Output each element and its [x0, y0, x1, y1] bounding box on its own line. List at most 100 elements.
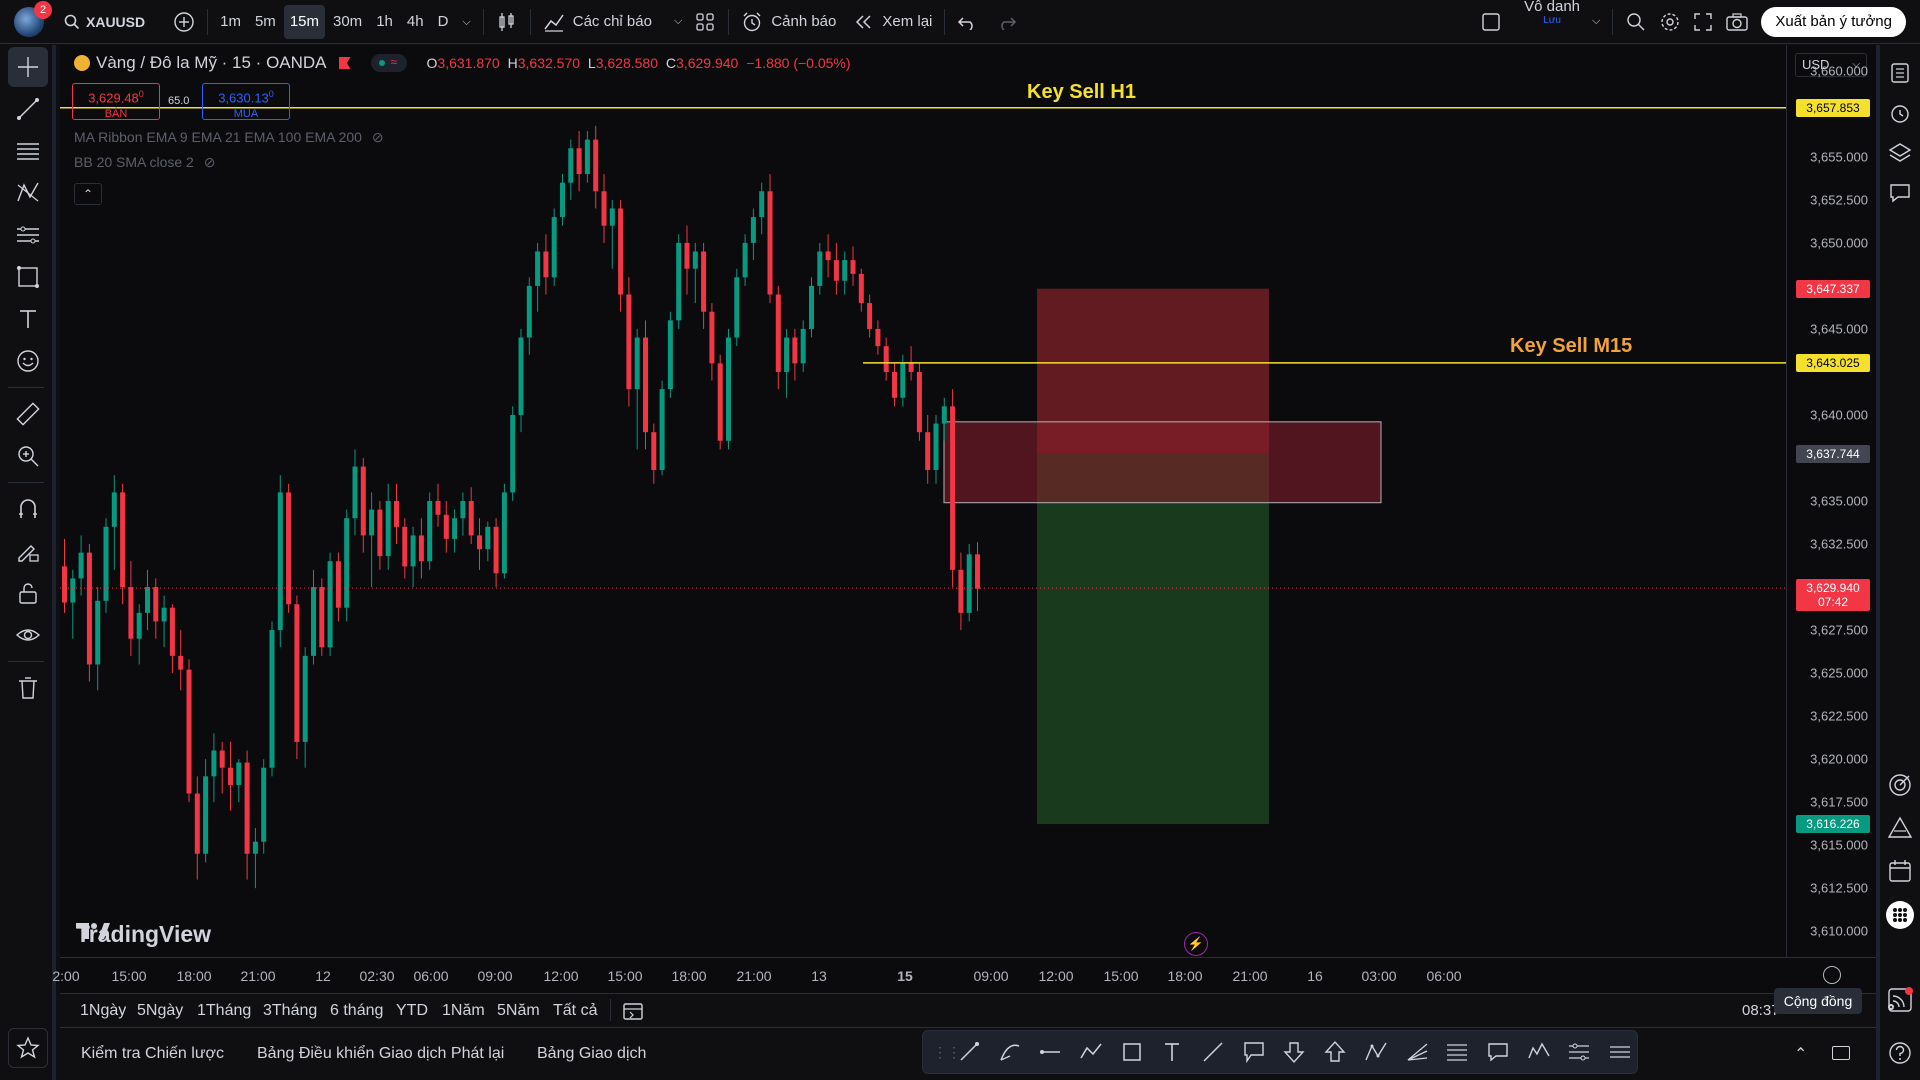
apps-grid-button[interactable]	[1880, 895, 1920, 935]
icons-tool[interactable]	[8, 341, 48, 381]
time-axis-settings-icon[interactable]	[1823, 966, 1841, 984]
timeframe-15m[interactable]: 15m	[283, 4, 325, 39]
watchlist-button[interactable]	[1880, 53, 1920, 93]
settings-lines-tool[interactable]	[1563, 1034, 1597, 1070]
ideas-button[interactable]	[1880, 808, 1920, 848]
trend-line-tool[interactable]	[8, 89, 48, 129]
symbol-search[interactable]: XAUUSD	[58, 0, 151, 44]
undo-button[interactable]	[951, 0, 983, 44]
arrow-up-tool[interactable]	[1318, 1034, 1352, 1070]
remove-drawings-tool[interactable]	[8, 668, 48, 708]
abcd-pattern-tool[interactable]	[1359, 1034, 1393, 1070]
path-tool[interactable]	[1074, 1034, 1108, 1070]
lightning-icon[interactable]: ⚡	[1184, 932, 1208, 956]
range-5y[interactable]: 5Năm	[497, 1002, 540, 1020]
fib-retracement-tool[interactable]	[1440, 1034, 1474, 1070]
quick-search-button[interactable]	[1619, 0, 1653, 44]
object-tree-button[interactable]	[1880, 133, 1920, 173]
redo-button[interactable]	[991, 0, 1023, 44]
publish-idea-button[interactable]: Xuất bản ý tưởng	[1761, 6, 1906, 37]
range-1m[interactable]: 1Tháng	[197, 1002, 251, 1020]
alerts-panel-button[interactable]	[1880, 93, 1920, 133]
brush-tool[interactable]	[952, 1034, 986, 1070]
arrow-down-tool[interactable]	[1278, 1034, 1312, 1070]
trend-line-tool[interactable]	[1196, 1034, 1230, 1070]
fullscreen-button[interactable]	[1687, 0, 1719, 44]
maximize-panel-icon[interactable]	[1832, 1046, 1850, 1060]
snapshot-button[interactable]	[1719, 0, 1755, 44]
collapse-panel-chevron-icon[interactable]: ⌃	[1794, 1044, 1807, 1064]
calendar-button[interactable]	[1880, 851, 1920, 891]
settings-button[interactable]	[1653, 0, 1687, 44]
crosshair-tool[interactable]	[8, 47, 48, 87]
chart-type-button[interactable]	[490, 0, 524, 44]
timeframe-d[interactable]: D	[432, 5, 455, 39]
range-3m[interactable]: 3Tháng	[263, 1002, 317, 1020]
sell-button[interactable]: 3,629.480 BÁN	[72, 83, 160, 120]
layout-select-button[interactable]	[1474, 0, 1508, 44]
eye-hidden-icon[interactable]: ⊘	[204, 154, 216, 170]
chevron-down-icon[interactable]: ⌵	[1586, 0, 1606, 44]
timeframe-1h[interactable]: 1h	[370, 5, 399, 39]
curve-tool[interactable]	[993, 1034, 1027, 1070]
chart-pane[interactable]: Vàng / Đô la Mỹ · 15 · OANDA ≈ O3,631.87…	[60, 45, 1786, 957]
indicators-button[interactable]: Các chỉ báo ⌵	[537, 0, 689, 44]
replay-button[interactable]: Xem lại	[848, 0, 938, 44]
price-axis[interactable]: USD ⌵ 3,660.000 3,655.000 3,652.500 3,650.00…	[1786, 45, 1876, 957]
timeframe-5m[interactable]: 5m	[249, 5, 282, 39]
collapse-legend-button[interactable]: ⌃	[74, 183, 102, 205]
drag-handle-icon[interactable]: ⋮⋮	[933, 1044, 961, 1061]
tab-strategy-tester[interactable]: Kiểm tra Chiến lược	[81, 1045, 224, 1063]
compare-symbol-button[interactable]	[167, 0, 201, 44]
timeframe-4h[interactable]: 4h	[401, 5, 430, 39]
lock-drawings-tool[interactable]	[8, 573, 48, 613]
prediction-tool[interactable]	[8, 215, 48, 255]
geometric-shapes-tool[interactable]	[8, 257, 48, 297]
watchlist-star-button[interactable]	[8, 1028, 48, 1068]
zoom-in-tool[interactable]	[8, 436, 48, 476]
eye-hidden-icon[interactable]: ⊘	[372, 129, 384, 145]
target-button[interactable]	[1880, 765, 1920, 805]
indicator-bollinger[interactable]: BB 20 SMA close 2 ⊘	[74, 154, 215, 171]
market-status-badge[interactable]: ≈	[370, 54, 407, 72]
flag-icon[interactable]	[338, 57, 351, 69]
more-tools-button[interactable]	[1603, 1034, 1637, 1070]
tab-replay-trading-panel[interactable]: Bảng Điều khiển Giao dịch Phát lại	[257, 1045, 504, 1063]
buy-button[interactable]: 3,630.130 MUA	[202, 83, 290, 120]
magnet-tool[interactable]	[8, 489, 48, 529]
timeframe-1m[interactable]: 1m	[214, 5, 247, 39]
chats-button[interactable]	[1880, 173, 1920, 213]
pattern-tool[interactable]	[8, 173, 48, 213]
chevron-down-icon[interactable]: ⌵	[456, 5, 476, 39]
calendar-range-icon[interactable]	[622, 1000, 644, 1022]
fib-fan-tool[interactable]	[1400, 1034, 1434, 1070]
hide-drawings-tool[interactable]	[8, 615, 48, 655]
range-1d[interactable]: 1Ngày	[80, 1002, 126, 1020]
indicator-ma-ribbon[interactable]: MA Ribbon EMA 9 EMA 21 EMA 100 EMA 200 ⊘	[74, 129, 384, 146]
range-1y[interactable]: 1Năm	[442, 1002, 485, 1020]
horizontal-ray-tool[interactable]	[1033, 1034, 1067, 1070]
text-tool[interactable]	[1156, 1034, 1190, 1070]
key-sell-h1-label[interactable]: Key Sell H1	[1027, 81, 1136, 104]
help-button[interactable]	[1880, 1033, 1920, 1073]
measure-tool[interactable]	[8, 394, 48, 434]
rectangle-tool[interactable]	[1115, 1034, 1149, 1070]
symbol-title[interactable]: Vàng / Đô la Mỹ · 15 · OANDA	[96, 53, 327, 73]
callout-tool[interactable]	[1237, 1034, 1271, 1070]
key-sell-m15-label[interactable]: Key Sell M15	[1510, 335, 1632, 358]
layouts-button[interactable]	[688, 0, 722, 44]
tab-trading-panel[interactable]: Bảng Giao dịch	[537, 1045, 646, 1063]
time-axis[interactable]: 2:00 15:00 18:00 21:00 12 02:30 06:00 09:00 12:0…	[52, 957, 1876, 993]
alerts-button[interactable]: Cảnh báo	[735, 0, 842, 44]
comment-tool[interactable]	[1481, 1034, 1515, 1070]
range-5d[interactable]: 5Ngày	[137, 1002, 183, 1020]
stay-in-drawing-mode-tool[interactable]	[8, 531, 48, 571]
layout-name[interactable]: Vô danh Lưu	[1518, 0, 1586, 44]
range-all[interactable]: Tất cả	[553, 1002, 597, 1020]
user-avatar[interactable]: 2	[14, 0, 52, 37]
horizontal-lines-tool[interactable]	[8, 131, 48, 171]
elliott-wave-tool[interactable]	[1522, 1034, 1556, 1070]
timeframe-30m[interactable]: 30m	[327, 5, 368, 39]
text-tool[interactable]	[8, 299, 48, 339]
range-6m[interactable]: 6 tháng	[330, 1002, 383, 1020]
